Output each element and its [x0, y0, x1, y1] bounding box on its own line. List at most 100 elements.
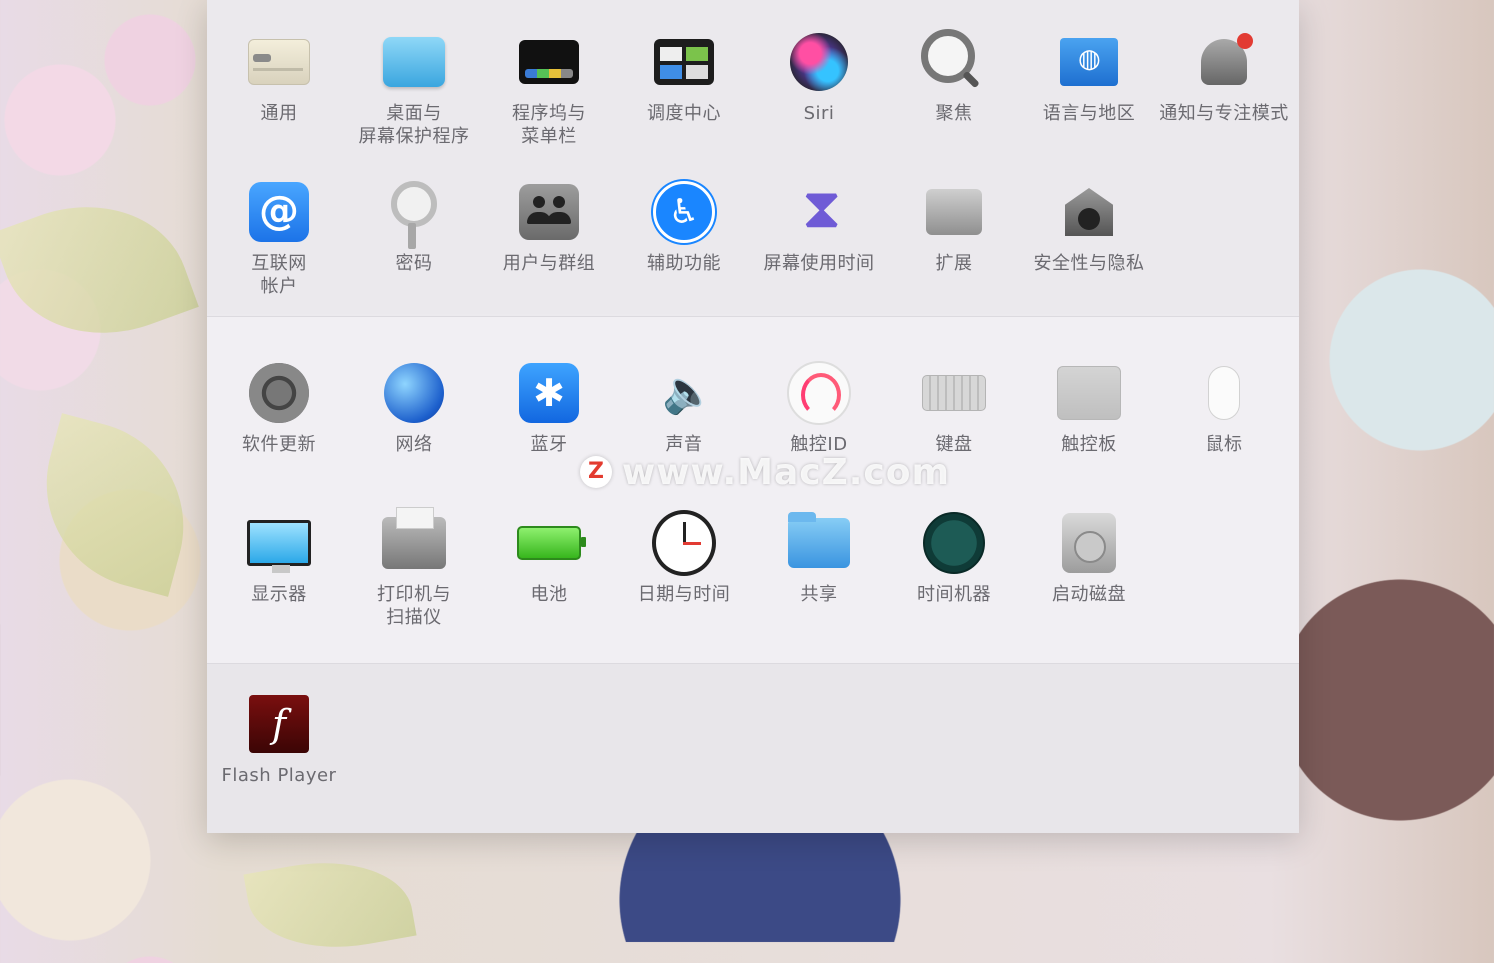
pref-label: 日期与时间 — [637, 584, 731, 605]
flash-glyph: f — [249, 695, 309, 753]
pref-date-time[interactable]: 日期与时间 — [616, 510, 752, 606]
network-icon — [382, 361, 446, 425]
pref-mission-control[interactable]: 调度中心 — [616, 30, 752, 125]
pref-label: 触控板 — [1061, 434, 1117, 455]
pref-label: 屏幕使用时间 — [763, 253, 875, 274]
desktop-screensaver-icon — [382, 30, 446, 94]
pref-label: 鼠标 — [1205, 434, 1243, 455]
sharing-icon — [787, 511, 851, 575]
primary-preferences-section: 通用 桌面与 屏幕保护程序 程序坞与 菜单栏 调度中心 Siri 聚焦 语言与地… — [207, 0, 1299, 314]
mission-control-icon — [652, 30, 716, 94]
startup-disk-icon — [1057, 511, 1121, 575]
background-leaf — [243, 846, 417, 963]
language-region-icon — [1057, 30, 1121, 94]
pref-battery[interactable]: 电池 — [481, 511, 617, 606]
screen-time-icon — [787, 176, 851, 244]
date-time-icon — [652, 510, 716, 576]
pref-label: 时间机器 — [917, 584, 991, 605]
pref-label: 语言与地区 — [1042, 103, 1136, 124]
printers-scanners-icon — [382, 507, 446, 575]
software-update-icon — [247, 361, 311, 425]
pref-printers-scanners[interactable]: 打印机与 扫描仪 — [346, 507, 482, 629]
bluetooth-glyph: ✱ — [519, 363, 579, 423]
battery-icon — [517, 511, 586, 575]
pref-label: 显示器 — [251, 584, 307, 605]
pref-sharing[interactable]: 共享 — [751, 511, 887, 606]
pref-internet-accounts[interactable]: @ 互联网 帐户 — [211, 180, 347, 298]
watermark: Z www.MacZ.com — [580, 451, 950, 493]
siri-icon — [787, 30, 851, 94]
pref-label: 聚焦 — [935, 103, 973, 124]
pref-security-privacy[interactable]: 安全性与隐私 — [1021, 180, 1157, 275]
third-party-preferences-section: f Flash Player — [207, 663, 1299, 833]
touch-id-icon — [787, 361, 851, 425]
pref-flash-player[interactable]: f Flash Player — [211, 692, 347, 787]
pref-label: 密码 — [395, 253, 433, 274]
pref-accessibility[interactable]: ♿ 辅助功能 — [616, 180, 752, 275]
flash-player-icon: f — [247, 692, 311, 756]
general-icon — [247, 30, 311, 94]
mouse-icon — [1192, 361, 1256, 425]
extensions-icon — [922, 180, 986, 244]
bluetooth-icon: ✱ — [517, 361, 581, 425]
pref-dock-menubar[interactable]: 程序坞与 菜单栏 — [481, 30, 617, 148]
pref-spotlight[interactable]: 聚焦 — [886, 29, 1022, 125]
notifications-focus-icon — [1192, 30, 1256, 94]
watermark-text: www.MacZ.com — [622, 451, 950, 493]
displays-icon — [247, 511, 311, 575]
pref-label: 电池 — [530, 584, 568, 605]
pref-notifications-focus[interactable]: 通知与专注模式 — [1156, 30, 1292, 125]
pref-startup-disk[interactable]: 启动磁盘 — [1021, 511, 1157, 606]
pref-label: 辅助功能 — [647, 253, 721, 274]
internet-accounts-icon: @ — [247, 180, 311, 244]
pref-label: Siri — [803, 103, 835, 124]
pref-label: 打印机与 扫描仪 — [377, 584, 451, 628]
pref-label: 软件更新 — [242, 434, 316, 455]
pref-label: 程序坞与 菜单栏 — [512, 103, 586, 147]
sound-icon — [652, 361, 716, 425]
watermark-logo-icon: Z — [580, 456, 612, 488]
pref-displays[interactable]: 显示器 — [211, 511, 347, 606]
security-privacy-icon — [1057, 180, 1121, 244]
accessibility-glyph: ♿ — [653, 181, 715, 243]
pref-label: 网络 — [395, 434, 433, 455]
background-leaf — [0, 175, 199, 365]
pref-screen-time[interactable]: 屏幕使用时间 — [751, 176, 887, 275]
background-leaf — [23, 413, 207, 597]
pref-sound[interactable]: 声音 — [616, 361, 752, 456]
pref-software-update[interactable]: 软件更新 — [211, 361, 347, 456]
trackpad-icon — [1057, 361, 1121, 425]
pref-label: 用户与群组 — [502, 253, 596, 274]
pref-keyboard[interactable]: 键盘 — [886, 361, 1022, 456]
pref-label: 启动磁盘 — [1052, 584, 1126, 605]
pref-language-region[interactable]: 语言与地区 — [1021, 30, 1157, 125]
pref-label: 通用 — [260, 103, 298, 124]
pref-time-machine[interactable]: 时间机器 — [886, 511, 1022, 606]
pref-passwords[interactable]: 密码 — [346, 180, 482, 275]
system-preferences-window: 通用 桌面与 屏幕保护程序 程序坞与 菜单栏 调度中心 Siri 聚焦 语言与地… — [207, 0, 1299, 833]
pref-touch-id[interactable]: 触控ID — [751, 361, 887, 456]
pref-siri[interactable]: Siri — [751, 30, 887, 125]
keyboard-icon — [922, 361, 986, 425]
time-machine-icon — [922, 511, 986, 575]
pref-label: 桌面与 屏幕保护程序 — [358, 103, 470, 147]
spotlight-icon — [921, 29, 986, 94]
pref-label: 扩展 — [935, 253, 973, 274]
pref-users-groups[interactable]: 用户与群组 — [481, 180, 617, 275]
pref-label: 互联网 帐户 — [251, 253, 307, 297]
pref-trackpad[interactable]: 触控板 — [1021, 361, 1157, 456]
pref-label: 共享 — [800, 584, 838, 605]
pref-network[interactable]: 网络 — [346, 361, 482, 456]
pref-label: 安全性与隐私 — [1033, 253, 1145, 274]
dock-menubar-icon — [517, 30, 581, 94]
pref-desktop-screensaver[interactable]: 桌面与 屏幕保护程序 — [346, 30, 482, 148]
pref-label: 调度中心 — [647, 103, 721, 124]
pref-mouse[interactable]: 鼠标 — [1156, 361, 1292, 456]
pref-extensions[interactable]: 扩展 — [886, 180, 1022, 275]
at-glyph: @ — [249, 182, 309, 242]
passwords-icon — [382, 180, 446, 249]
pref-label: Flash Player — [221, 765, 337, 786]
pref-bluetooth[interactable]: ✱ 蓝牙 — [481, 361, 617, 456]
pref-label: 通知与专注模式 — [1159, 103, 1289, 124]
pref-general[interactable]: 通用 — [211, 30, 347, 125]
